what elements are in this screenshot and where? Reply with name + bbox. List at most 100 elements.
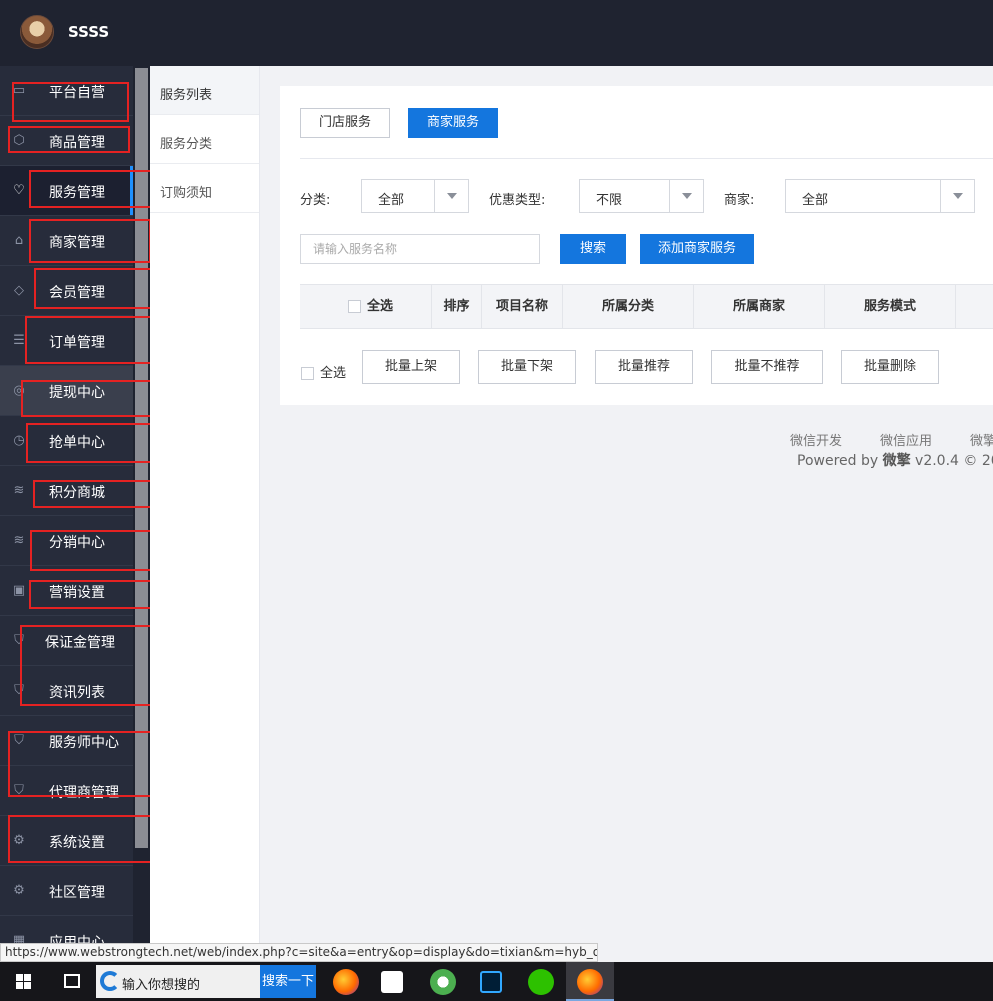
add-merchant-service-button[interactable]: 添加商家服务 bbox=[640, 234, 754, 264]
sidebar-item-system-settings[interactable]: ⚙ 系统设置 bbox=[0, 816, 133, 866]
sidebar-item-goods[interactable]: ⬡ 商品管理 bbox=[0, 116, 133, 166]
bulk-unrecommend-button[interactable]: 批量不推荐 bbox=[711, 350, 823, 384]
sidebar-item-label: 会员管理 bbox=[49, 285, 105, 301]
scrollbar-thumb[interactable] bbox=[135, 68, 148, 848]
powered-by: Powered by 微擎 v2.0.4 © 201 bbox=[797, 450, 993, 470]
chevron-down-icon bbox=[940, 180, 974, 212]
sidebar-scrollbar[interactable] bbox=[133, 66, 150, 962]
sidebar-item-label: 平台自营 bbox=[49, 85, 105, 101]
checkbox[interactable] bbox=[301, 367, 314, 380]
powered-suffix: v2.0.4 © 201 bbox=[915, 453, 993, 469]
top-header: SSSS bbox=[0, 0, 993, 66]
merchant-select[interactable]: 全部 bbox=[785, 179, 975, 213]
sidebar-item-label: 保证金管理 bbox=[45, 635, 115, 651]
gear-icon: ⚙ bbox=[13, 833, 25, 848]
merchant-select-value: 全部 bbox=[802, 193, 829, 208]
sidebar-item-news[interactable]: ⛉ 资讯列表 bbox=[0, 666, 133, 716]
sidebar-item-withdraw[interactable]: ◎ 提现中心 bbox=[0, 366, 133, 416]
search-button[interactable]: 搜索 bbox=[560, 234, 626, 264]
tab-merchant-services[interactable]: 商家服务 bbox=[408, 108, 498, 138]
taskbar-search-button[interactable]: 搜索一下 bbox=[260, 965, 316, 998]
sidebar-item-services[interactable]: ♡ 服务管理 bbox=[0, 166, 133, 216]
windows-logo-tile bbox=[24, 974, 31, 981]
sidebar-item-merchants[interactable]: ⌂ 商家管理 bbox=[0, 216, 133, 266]
subnav-service-list[interactable]: 服务列表 bbox=[150, 66, 259, 115]
sidebar-item-deposit[interactable]: ⛉ 保证金管理 bbox=[0, 616, 133, 666]
powered-brand[interactable]: 微擎 bbox=[883, 453, 911, 469]
task-view-icon[interactable] bbox=[48, 962, 96, 1001]
powered-prefix: Powered by bbox=[797, 453, 883, 469]
sub-navigation: 服务列表 服务分类 订购须知 bbox=[150, 66, 260, 962]
browser-green-icon[interactable] bbox=[430, 969, 456, 995]
column-header-service-mode: 服务模式 bbox=[825, 285, 956, 328]
select-all-label: 全选 bbox=[366, 299, 393, 314]
footer: 微信开发 微信应用 微擎 Powered by 微擎 v2.0.4 © 201 bbox=[260, 420, 993, 480]
store-bag-icon[interactable] bbox=[381, 971, 403, 993]
sidebar-item-label: 提现中心 bbox=[49, 385, 105, 401]
sidebar-item-label: 商家管理 bbox=[49, 235, 105, 251]
sidebar-item-label: 订单管理 bbox=[49, 335, 105, 351]
wallet-icon: ◎ bbox=[13, 383, 25, 398]
discount-select[interactable]: 不限 bbox=[579, 179, 704, 213]
taskbar-active-app[interactable] bbox=[566, 962, 614, 1001]
shield-icon: ⛉ bbox=[14, 683, 24, 698]
sidebar-item-points-mall[interactable]: ≋ 积分商城 bbox=[0, 466, 133, 516]
sidebar-item-orders[interactable]: ☰ 订单管理 bbox=[0, 316, 133, 366]
shield-icon: ⛉ bbox=[14, 783, 24, 798]
bulk-list-button[interactable]: 批量上架 bbox=[362, 350, 460, 384]
sidebar-item-marketing[interactable]: ▣ 营销设置 bbox=[0, 566, 133, 616]
sidebar-item-label: 社区管理 bbox=[49, 885, 105, 901]
firefox-icon[interactable] bbox=[333, 969, 359, 995]
windows-logo-tile bbox=[16, 974, 23, 981]
column-header-item-name: 项目名称 bbox=[482, 285, 563, 328]
sidebar-item-label: 代理商管理 bbox=[49, 785, 119, 801]
sidebar-item-grab-orders[interactable]: ◷ 抢单中心 bbox=[0, 416, 133, 466]
coins-icon: ≋ bbox=[13, 483, 25, 498]
photoshop-icon[interactable] bbox=[480, 971, 502, 993]
chevron-down-icon bbox=[434, 180, 468, 212]
tab-store-services[interactable]: 门店服务 bbox=[300, 108, 390, 138]
sidebar-item-platform[interactable]: ▭ 平台自营 bbox=[0, 66, 133, 116]
subnav-order-notice[interactable]: 订购须知 bbox=[150, 164, 259, 213]
bulk-delete-button[interactable]: 批量删除 bbox=[841, 350, 939, 384]
sidebar: ▭ 平台自营 ⬡ 商品管理 ♡ 服务管理 ⌂ 商家管理 ◇ 会员管理 ☰ 订单管理 ◎ 提现中… bbox=[0, 66, 150, 962]
sidebar-item-label: 营销设置 bbox=[49, 585, 105, 601]
sidebar-item-label: 分销中心 bbox=[49, 535, 105, 551]
sidebar-item-distribution[interactable]: ≋ 分销中心 bbox=[0, 516, 133, 566]
sidebar-item-members[interactable]: ◇ 会员管理 bbox=[0, 266, 133, 316]
footer-link[interactable]: 微信开发 bbox=[790, 430, 842, 449]
footer-link[interactable]: 微信应用 bbox=[880, 430, 932, 449]
list-icon: ☰ bbox=[13, 333, 25, 348]
sidebar-item-label: 积分商城 bbox=[49, 485, 105, 501]
subnav-service-category[interactable]: 服务分类 bbox=[150, 115, 259, 164]
bulk-unlist-button[interactable]: 批量下架 bbox=[478, 350, 576, 384]
windows-start-button[interactable] bbox=[0, 962, 48, 1001]
taskbar-search-box[interactable]: 输入你想搜的 搜索一下 bbox=[96, 965, 316, 998]
bulk-select-all[interactable]: 全选 bbox=[301, 362, 346, 381]
sidebar-item-agents[interactable]: ⛉ 代理商管理 bbox=[0, 766, 133, 816]
service-name-search-input[interactable] bbox=[300, 234, 540, 264]
store-icon: ⌂ bbox=[14, 233, 24, 248]
windows-logo-tile bbox=[16, 982, 23, 989]
column-header-merchant: 所属商家 bbox=[694, 285, 825, 328]
sidebar-item-community[interactable]: ⚙ 社区管理 bbox=[0, 866, 133, 916]
taskbar-search-text: 输入你想搜的 bbox=[122, 978, 201, 993]
bulk-recommend-button[interactable]: 批量推荐 bbox=[595, 350, 693, 384]
select-all-header[interactable]: 全选 bbox=[300, 285, 432, 328]
cube-icon: ⬡ bbox=[13, 133, 25, 148]
heart-icon: ♡ bbox=[13, 183, 25, 198]
column-header-sort: 排序 bbox=[432, 285, 482, 328]
sidebar-item-label: 抢单中心 bbox=[49, 435, 105, 451]
windows-logo-tile bbox=[24, 982, 31, 989]
checkbox[interactable] bbox=[347, 300, 361, 313]
category-filter-label: 分类: bbox=[300, 193, 331, 208]
avatar[interactable] bbox=[20, 15, 54, 49]
footer-link[interactable]: 微擎 bbox=[970, 430, 993, 449]
sidebar-item-label: 系统设置 bbox=[49, 835, 105, 851]
monitor-icon: ▭ bbox=[12, 83, 26, 98]
wechat-icon[interactable] bbox=[528, 969, 554, 995]
column-header-category: 所属分类 bbox=[563, 285, 694, 328]
sidebar-item-technicians[interactable]: ⛉ 服务师中心 bbox=[0, 716, 133, 766]
category-select[interactable]: 全部 bbox=[361, 179, 469, 213]
sidebar-item-label: 服务管理 bbox=[49, 185, 105, 201]
